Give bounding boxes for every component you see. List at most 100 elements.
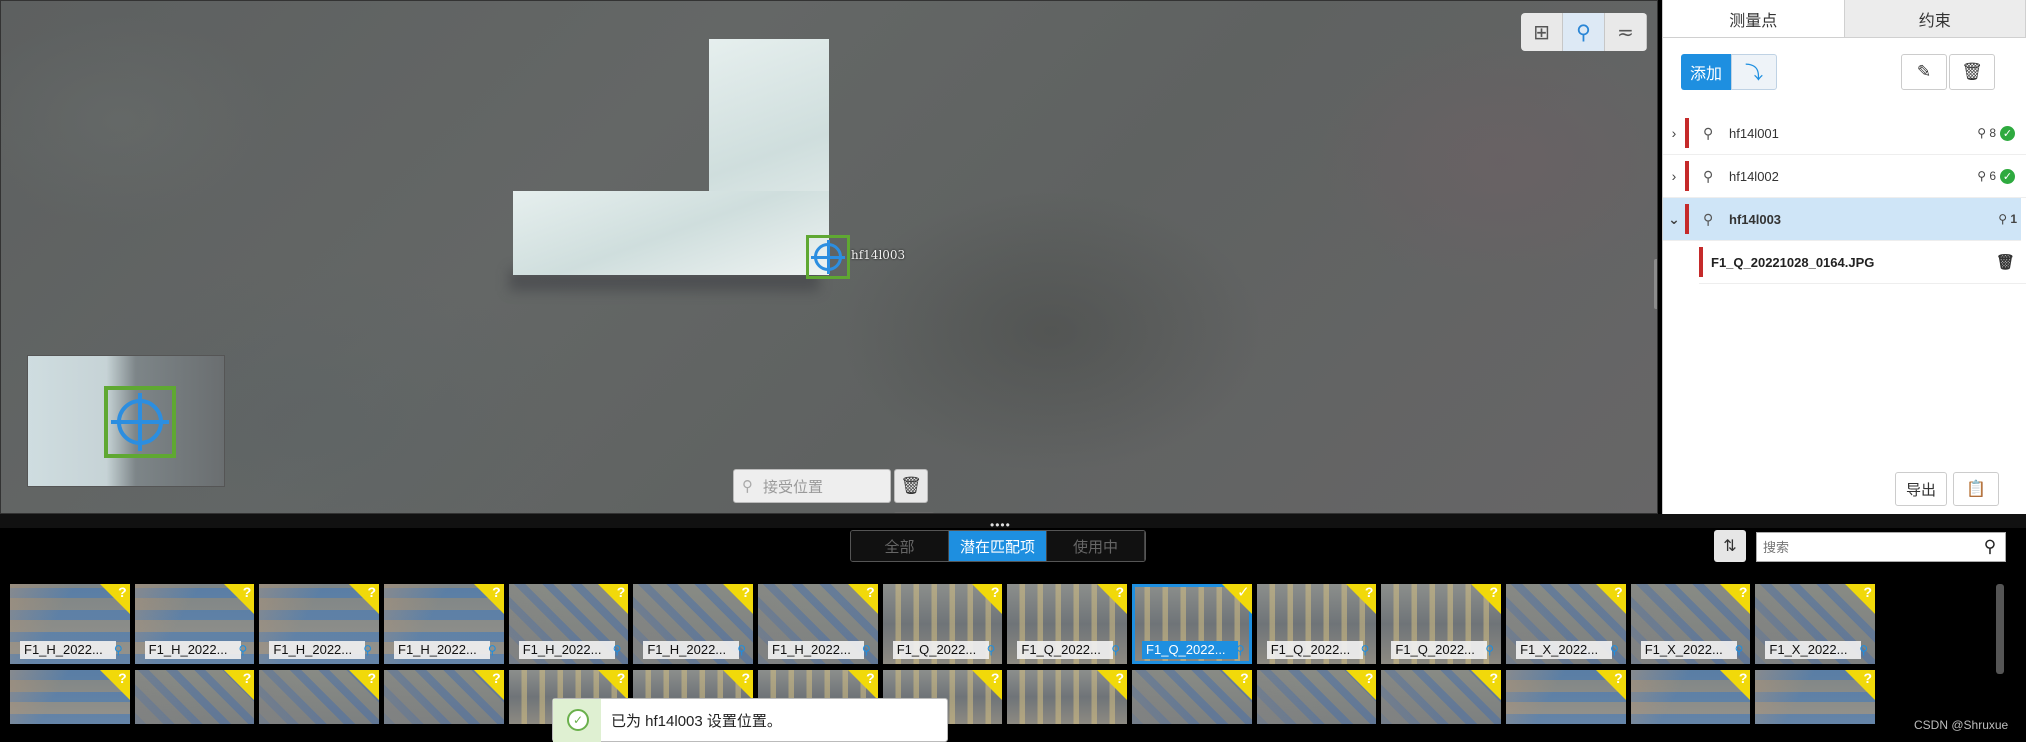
status-bar <box>1685 118 1689 148</box>
location-pin-icon: ⚲ <box>1111 643 1121 657</box>
pencil-icon: ✎ <box>1916 62 1932 81</box>
tab-constraints[interactable]: 约束 <box>1844 0 2026 37</box>
thumbnail-scrollbar[interactable] <box>1996 584 2004 674</box>
thumbnail[interactable]: ? F1_H_2022... ⚲ <box>508 584 629 664</box>
question-icon: ? <box>1863 670 1873 686</box>
question-icon: ? <box>990 584 1000 600</box>
search-box: ⚲ <box>1756 532 2006 562</box>
question-icon: ? <box>1115 670 1125 686</box>
question-icon: ? <box>616 670 626 686</box>
gcp-marker[interactable] <box>806 235 850 279</box>
thumbnail[interactable]: ? F1_H_2022... ⚲ <box>758 584 878 664</box>
chevron-right-icon[interactable]: › <box>1663 168 1685 184</box>
thumbnail-label: F1_H_2022... <box>768 641 865 659</box>
filter-segmented-control: 全部 潜在匹配项 使用中 <box>850 530 1146 562</box>
viewer-vertical-scrollbar[interactable] <box>1654 259 1657 309</box>
thumbnail[interactable]: ? F1_Q_2022... ⚲ <box>1256 584 1377 664</box>
image-viewer[interactable]: hf14l003 ⊞ ⚲ ≂ ⚲ 接受位置 🗑 <box>0 0 1658 514</box>
thumbnail[interactable]: ? F1_Q_2022... ⚲ <box>882 584 1003 664</box>
thumbnail[interactable]: ? F1_X_2022... ⚲ <box>1630 584 1751 664</box>
location-pin-icon: ⚲ <box>861 643 871 657</box>
thumbnail[interactable]: ? <box>259 670 380 724</box>
magnifier-inset <box>27 355 225 487</box>
thumbnail-label: F1_H_2022... <box>144 641 241 659</box>
gcp-name: hf14l003 <box>1729 211 1782 227</box>
thumbnail[interactable]: ? F1_Q_2022... ⚲ <box>1007 584 1128 664</box>
toast-message: 已为 hf14l003 设置位置。 <box>611 712 782 730</box>
location-pin-icon: ⚲ <box>1859 643 1869 657</box>
question-icon: ? <box>1489 670 1499 686</box>
thumbnail[interactable]: ? F1_X_2022... ⚲ <box>1755 584 1876 664</box>
tab-gcps[interactable]: 测量点 <box>1663 0 1845 37</box>
panel-toolbar: 添加 ⤵ ✎ 🗑 <box>1663 38 2026 92</box>
question-icon: ? <box>492 584 501 600</box>
thumbnail[interactable]: ✓ F1_Q_2022... ⚲ <box>1132 584 1252 664</box>
thumbnail[interactable]: ? <box>1755 670 1876 724</box>
thumbnail[interactable]: ? <box>1132 670 1252 724</box>
gcp-row-hf14l003[interactable]: ⌄ ⚲ hf14l003 ⚲ 1 <box>1663 198 2021 241</box>
thumbnail[interactable]: ? <box>1256 670 1377 724</box>
trash-icon[interactable]: 🗑 <box>1996 253 2015 271</box>
gcp-markers-icon[interactable]: ⚲ <box>1563 13 1605 51</box>
line-tool-icon[interactable]: ≂ <box>1605 13 1647 51</box>
watermark: CSDN @Shruxue <box>1914 718 2009 732</box>
question-icon: ? <box>1364 584 1374 600</box>
app-window: hf14l003 ⊞ ⚲ ≂ ⚲ 接受位置 🗑 测量点 约束 添加 ⤵ ✎ 🗑 <box>0 0 2026 742</box>
pin-icon: ⚲ <box>742 478 753 495</box>
thumbnail[interactable]: ? <box>1007 670 1128 724</box>
gcp-row-hf14l001[interactable]: › ⚲ hf14l001 ⚲ 8 ✓ <box>1663 112 2026 155</box>
gcp-image-entry[interactable]: F1_Q_20221028_0164.JPG 🗑 <box>1699 241 2026 284</box>
thumbnail[interactable]: ? F1_H_2022... ⚲ <box>633 584 754 664</box>
question-icon: ? <box>242 584 252 600</box>
clipboard-button[interactable]: 📋 <box>1953 472 1999 506</box>
gcp-panel: 测量点 约束 添加 ⤵ ✎ 🗑 › ⚲ hf14l001 ⚲ 8 ✓ › ⚲ h… <box>1662 0 2026 514</box>
thumbnail-label: F1_H_2022... <box>394 641 491 659</box>
panel-splitter[interactable]: •••• <box>0 514 2026 532</box>
search-input[interactable] <box>1757 533 1975 561</box>
filter-in-use[interactable]: 使用中 <box>1047 531 1145 561</box>
thumbnail[interactable]: ? <box>1630 670 1751 724</box>
thumbnail[interactable]: ? <box>134 670 255 724</box>
search-icon[interactable]: ⚲ <box>1975 537 2005 557</box>
accept-position-label: 接受位置 <box>763 478 824 496</box>
thumbnail[interactable]: ? <box>10 670 130 724</box>
status-bar <box>1699 247 1703 277</box>
import-gcp-button[interactable]: ⤵ <box>1731 54 1777 90</box>
success-icon: ✓ <box>567 709 589 731</box>
chevron-right-icon[interactable]: › <box>1663 125 1685 141</box>
location-pin-icon: ⚲ <box>363 643 373 657</box>
clipboard-icon: 📋 <box>1966 481 1986 498</box>
view-toolbar: ⊞ ⚲ ≂ <box>1521 13 1647 51</box>
thumbnail[interactable]: ? <box>384 670 504 724</box>
sort-button[interactable]: ⇅ <box>1714 530 1746 562</box>
thumbnail[interactable]: ? F1_H_2022... ⚲ <box>134 584 255 664</box>
location-pin-icon: ⚲ <box>1734 643 1744 657</box>
accept-position-button[interactable]: ⚲ 接受位置 <box>733 469 891 503</box>
location-pin-icon: ⚲ <box>1609 643 1619 657</box>
export-button[interactable]: 导出 <box>1895 472 1947 506</box>
trash-icon: 🗑 <box>1961 62 1983 81</box>
thumbnail-strip: 全部 潜在匹配项 使用中 ⇅ ⚲ ?F1_H_2022...⚲?F1_H_202… <box>0 528 2026 742</box>
observation-count: ⚲ 6 <box>1977 169 1996 183</box>
question-icon: ? <box>866 670 875 686</box>
location-pin-icon: ⚲ <box>986 643 996 657</box>
thumbnail[interactable]: ? <box>1381 670 1502 724</box>
question-icon: ? <box>616 584 626 600</box>
thumbnail[interactable]: ? F1_Q_2022... ⚲ <box>1381 584 1502 664</box>
edit-gcp-button[interactable]: ✎ <box>1901 54 1947 90</box>
delete-gcp-button[interactable]: 🗑 <box>1949 54 1995 90</box>
filter-all[interactable]: 全部 <box>851 531 949 561</box>
add-gcp-button[interactable]: 添加 <box>1681 54 1731 90</box>
thumbnail[interactable]: ? F1_H_2022... ⚲ <box>259 584 380 664</box>
filter-potential-matches[interactable]: 潜在匹配项 <box>949 531 1047 561</box>
chevron-down-icon[interactable]: ⌄ <box>1663 211 1685 228</box>
delete-position-button[interactable]: 🗑 <box>894 469 928 503</box>
thumbnail[interactable]: ? F1_H_2022... ⚲ <box>10 584 130 664</box>
thumbnail[interactable]: ? F1_X_2022... ⚲ <box>1506 584 1626 664</box>
thumbnail[interactable]: ? <box>1506 670 1626 724</box>
location-pin-icon: ⚲ <box>238 643 248 657</box>
grid-view-icon[interactable]: ⊞ <box>1521 13 1563 51</box>
thumbnail[interactable]: ? F1_H_2022... ⚲ <box>384 584 504 664</box>
gcp-row-hf14l002[interactable]: › ⚲ hf14l002 ⚲ 6 ✓ <box>1663 155 2026 198</box>
question-icon: ? <box>367 670 377 686</box>
